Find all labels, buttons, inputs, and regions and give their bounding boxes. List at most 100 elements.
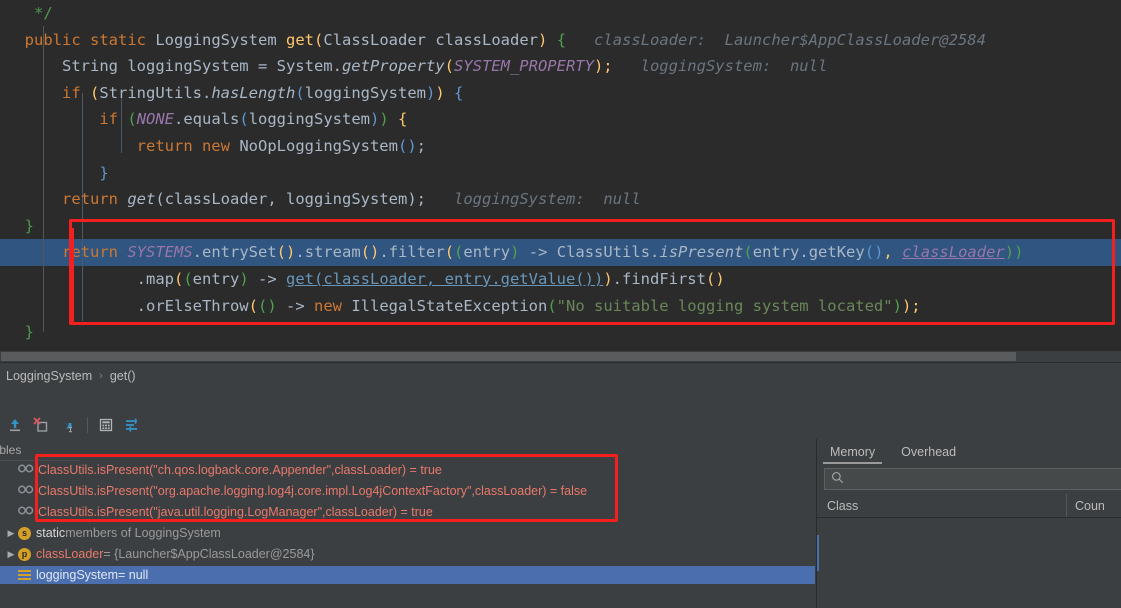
variables-panel[interactable]: riables ClassUtils.isPresent("ch.qos.log… <box>0 439 815 608</box>
debugger-panel: riables ClassUtils.isPresent("ch.qos.log… <box>0 389 1121 608</box>
code-token: isPresent <box>659 243 744 262</box>
code-token: ) <box>370 110 380 129</box>
code-line[interactable]: } <box>0 160 1121 187</box>
step-out-icon[interactable] <box>3 413 27 437</box>
column-header-class[interactable]: Class <box>817 499 1066 513</box>
code-token: new <box>314 296 342 315</box>
watch-row[interactable]: ClassUtils.isPresent("ch.qos.logback.cor… <box>0 461 815 479</box>
step-into-icon[interactable] <box>55 413 79 437</box>
code-token: loggingSystem <box>248 110 371 129</box>
code-token: ( <box>90 83 100 102</box>
code-line[interactable]: return get(classLoader, loggingSystem); … <box>0 186 1121 213</box>
memory-search-field[interactable] <box>824 468 1121 490</box>
code-token: } <box>24 216 35 235</box>
code-token: ) <box>593 57 604 76</box>
watch-row[interactable]: ClassUtils.isPresent("java.util.logging.… <box>0 503 815 521</box>
code-token: ( <box>183 269 193 288</box>
code-token: ( <box>547 296 557 315</box>
code-token: -> <box>276 296 314 315</box>
code-token: ) <box>435 83 445 102</box>
evaluate-icon[interactable] <box>94 413 118 437</box>
code-token: ) <box>426 83 436 102</box>
code-token: classLoader <box>902 243 1005 262</box>
code-token: entry <box>192 269 240 288</box>
code-token: if <box>62 83 81 102</box>
parameter-icon: p <box>18 547 31 561</box>
code-token: ( <box>397 136 408 155</box>
code-token: ) <box>538 30 548 49</box>
code-token: entry <box>463 243 511 262</box>
code-token: ClassUtils. <box>556 243 660 262</box>
code-line[interactable]: if (StringUtils.hasLength(loggingSystem)… <box>0 80 1121 107</box>
code-line[interactable]: */ <box>0 0 1121 27</box>
memory-panel-tabs[interactable]: Memory Overhead <box>817 439 969 464</box>
code-line[interactable]: if (NONE.equals(loggingSystem)) { <box>0 106 1121 133</box>
breadcrumb-class[interactable]: LoggingSystem <box>6 369 92 383</box>
watch-expression-text: ClassUtils.isPresent("java.util.logging.… <box>38 505 433 519</box>
settings-list-icon[interactable] <box>120 413 144 437</box>
column-header-count[interactable]: Coun <box>1066 494 1121 517</box>
code-token: ( <box>705 269 716 288</box>
breadcrumb-method[interactable]: get() <box>110 369 136 383</box>
code-token: .stream <box>295 243 361 262</box>
expand-arrow-icon[interactable]: ▶ <box>4 528 18 539</box>
code-token: ) <box>593 269 604 288</box>
code-line[interactable]: public static LoggingSystem get(ClassLoa… <box>0 27 1121 54</box>
code-token: public static <box>24 30 146 49</box>
toolbar-separator <box>87 417 88 433</box>
code-token: classLoader: Launcher$AppClassLoader@258… <box>594 30 986 49</box>
editor-hscrollbar-thumb[interactable] <box>1 352 1016 361</box>
code-editor[interactable]: */ public static LoggingSystem get(Class… <box>0 0 1121 348</box>
code-line[interactable]: } <box>0 213 1121 240</box>
variables-tab-label[interactable]: riables <box>0 439 21 461</box>
code-token: getProperty <box>341 57 445 76</box>
code-token: ; <box>603 57 613 76</box>
code-token: { <box>454 83 464 102</box>
code-line[interactable]: } <box>0 319 1121 346</box>
expand-arrow-icon[interactable]: ▶ <box>4 549 18 560</box>
variable-row[interactable]: ▶ s static members of LoggingSystem <box>0 524 815 542</box>
breadcrumb[interactable]: LoggingSystem › get() <box>0 363 1121 389</box>
code-token: StringUtils. <box>99 83 212 102</box>
memory-panel: Memory Overhead Class Coun <box>816 439 1121 608</box>
code-line[interactable]: return SYSTEMS.entrySet().stream().filte… <box>0 239 1121 266</box>
code-token: ( <box>239 110 249 129</box>
code-token: ) <box>370 243 380 262</box>
code-token: loggingSystem: null <box>640 57 828 76</box>
code-token: loggingSystem <box>304 83 427 102</box>
code-token: ClassLoader classLoader <box>323 30 538 49</box>
code-token: ( <box>444 57 454 76</box>
code-line[interactable]: .map((entry) -> get(classLoader, entry.g… <box>0 266 1121 293</box>
force-step-over-icon[interactable] <box>29 413 53 437</box>
watch-expression-text: ClassUtils.isPresent("org.apache.logging… <box>38 484 588 498</box>
variables-tab-text: riables <box>0 443 22 457</box>
code-token: return new <box>136 136 230 155</box>
variable-row[interactable]: ▶ p classLoader = {Launcher$AppClassLoader… <box>0 545 815 563</box>
code-token: } <box>24 323 35 342</box>
variable-value: members of LoggingSystem <box>65 526 221 540</box>
variable-row[interactable]: loggingSystem = null <box>0 566 815 584</box>
debugger-toolbar[interactable] <box>0 411 1121 439</box>
tab-memory[interactable]: Memory <box>817 439 888 464</box>
watch-row[interactable]: ClassUtils.isPresent("org.apache.logging… <box>0 482 815 500</box>
code-line[interactable]: String loggingSystem = System.getPropert… <box>0 53 1121 80</box>
tab-overhead-label: Overhead <box>901 444 957 459</box>
code-token: ( <box>155 190 165 209</box>
code-token: ) <box>286 243 296 262</box>
code-token: ) <box>1004 243 1015 262</box>
code-line[interactable]: .orElseThrow(() -> new IllegalStateExcep… <box>0 293 1121 320</box>
tab-overhead[interactable]: Overhead <box>888 439 969 464</box>
code-token: ) <box>901 296 912 315</box>
code-line[interactable]: return new NoOpLoggingSystem(); <box>0 133 1121 160</box>
